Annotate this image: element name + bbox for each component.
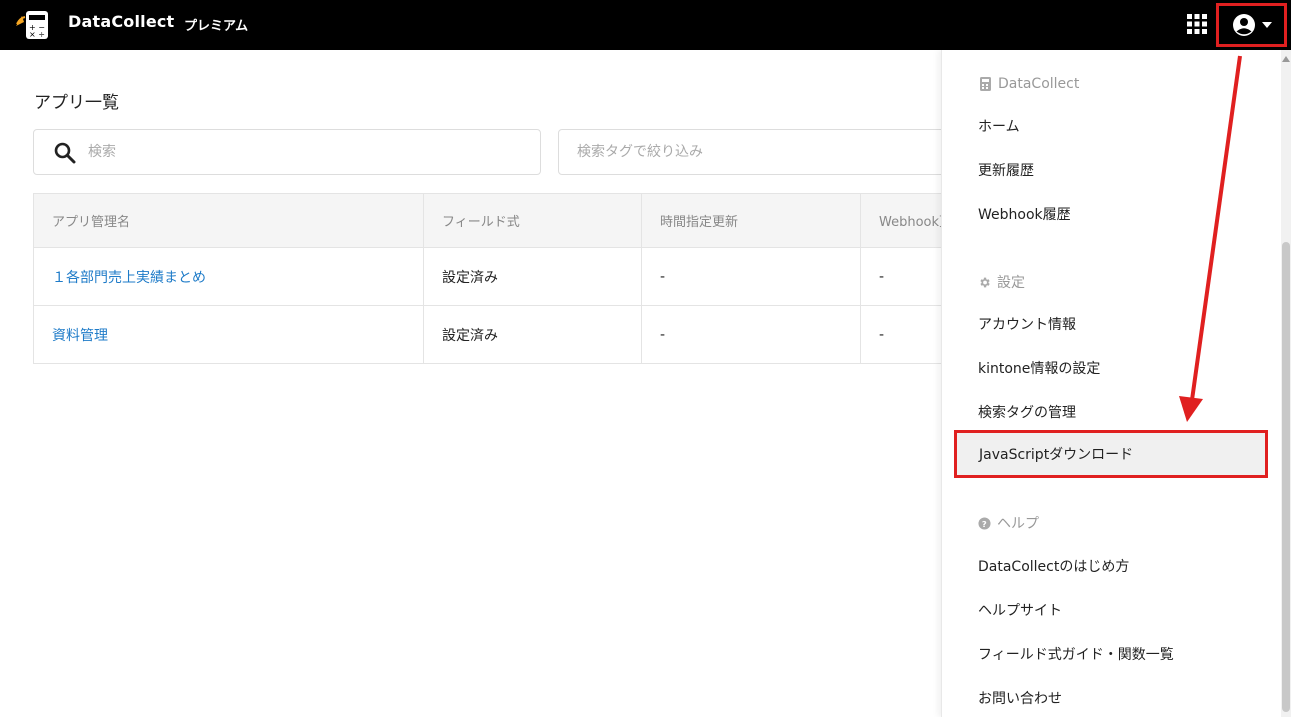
- app-table: アプリ管理名 フィールド式 時間指定更新 Webhook更新 １各部門売上実績ま…: [33, 193, 974, 364]
- svg-text:× ÷: × ÷: [29, 30, 45, 39]
- table-row: １各部門売上実績まとめ 設定済み - -: [33, 247, 974, 306]
- scroll-up-arrow-icon[interactable]: [1282, 56, 1290, 62]
- calculator-icon: [980, 77, 991, 91]
- menu-section-label: DataCollect: [998, 76, 1080, 92]
- app-name-cell: １各部門売上実績まとめ: [33, 247, 424, 306]
- user-menu-button[interactable]: [1216, 3, 1287, 47]
- column-header-scheduled-update[interactable]: 時間指定更新: [641, 193, 861, 248]
- help-circle-icon: ?: [978, 516, 991, 530]
- plan-label: プレミアム: [184, 19, 249, 34]
- calculator-logo-icon[interactable]: + − × ÷: [14, 8, 52, 42]
- user-dropdown-menu: DataCollect ホーム 更新履歴 Webhook履歴 設定 アカウント情…: [941, 50, 1281, 717]
- app-link[interactable]: １各部門売上実績まとめ: [52, 270, 206, 286]
- column-header-field-formula[interactable]: フィールド式: [423, 193, 642, 248]
- table-header-row: アプリ管理名 フィールド式 時間指定更新 Webhook更新: [33, 193, 974, 248]
- search-box[interactable]: [33, 129, 541, 175]
- search-icon: [54, 142, 76, 164]
- tag-filter-input[interactable]: [577, 130, 947, 174]
- caret-down-icon: [1261, 22, 1272, 28]
- tag-filter-box[interactable]: [558, 129, 958, 175]
- scheduled-update-cell: -: [641, 247, 861, 306]
- top-bar: + − × ÷ DataCollect プレミアム: [0, 0, 1291, 50]
- field-formula-cell: 設定済み: [423, 305, 642, 364]
- menu-item-kintone-settings[interactable]: kintone情報の設定: [952, 346, 1268, 390]
- gear-icon: [980, 277, 990, 287]
- app-link[interactable]: 資料管理: [52, 328, 108, 344]
- menu-item-contact[interactable]: お問い合わせ: [952, 676, 1268, 717]
- menu-item-update-history[interactable]: 更新履歴: [952, 148, 1268, 192]
- menu-item-getting-started[interactable]: DataCollectのはじめ方: [952, 544, 1268, 588]
- menu-item-account-info[interactable]: アカウント情報: [952, 302, 1268, 346]
- scheduled-update-cell: -: [641, 305, 861, 364]
- menu-section-datacollect: DataCollect: [978, 72, 1079, 96]
- menu-section-settings: 設定: [978, 270, 1025, 294]
- menu-section-label: ヘルプ: [997, 516, 1039, 532]
- field-formula-cell: 設定済み: [423, 247, 642, 306]
- apps-grid-icon[interactable]: [1187, 14, 1207, 34]
- menu-item-help-site[interactable]: ヘルプサイト: [952, 588, 1268, 632]
- column-header-app-name[interactable]: アプリ管理名: [33, 193, 424, 248]
- brand-name[interactable]: DataCollect: [68, 12, 174, 31]
- menu-item-webhook-history[interactable]: Webhook履歴: [952, 192, 1268, 236]
- menu-item-home[interactable]: ホーム: [952, 104, 1268, 148]
- menu-section-help: ? ヘルプ: [978, 511, 1039, 535]
- menu-section-label: 設定: [997, 275, 1025, 291]
- search-input[interactable]: [88, 130, 528, 174]
- svg-text:?: ?: [982, 518, 987, 528]
- menu-item-field-formula-guide[interactable]: フィールド式ガイド・関数一覧: [952, 632, 1268, 676]
- app-name-cell: 資料管理: [33, 305, 424, 364]
- scrollbar-thumb[interactable]: [1282, 242, 1290, 712]
- menu-item-javascript-download[interactable]: JavaScriptダウンロード: [954, 430, 1268, 478]
- page-title: アプリ一覧: [34, 93, 119, 113]
- menu-item-tag-management[interactable]: 検索タグの管理: [952, 390, 1268, 434]
- table-row: 資料管理 設定済み - -: [33, 305, 974, 364]
- account-circle-icon: [1232, 14, 1255, 36]
